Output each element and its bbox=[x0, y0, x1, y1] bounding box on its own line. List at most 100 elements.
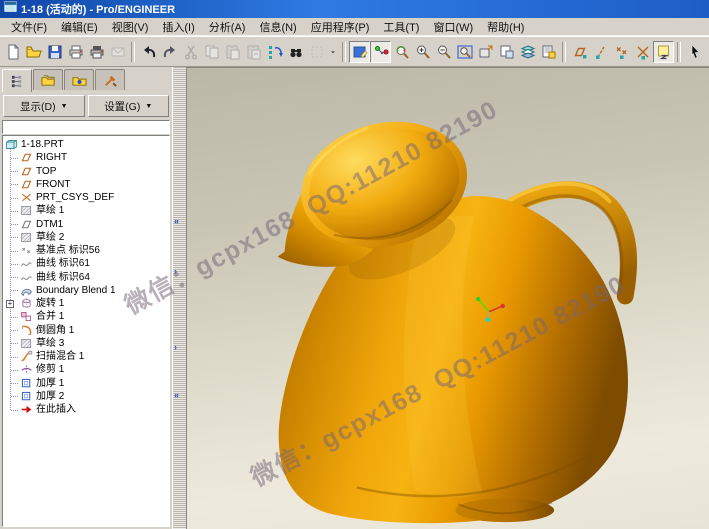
tree-item[interactable]: Boundary Blend 1 bbox=[3, 284, 169, 297]
window-title: 1-18 (活动的) - Pro/ENGINEER bbox=[21, 1, 175, 17]
open-file-button[interactable] bbox=[23, 41, 44, 63]
tree-item[interactable]: 旋转 1 bbox=[3, 297, 169, 310]
tree-show-button[interactable]: 显示(D) ▼ bbox=[3, 95, 85, 117]
new-file-button[interactable] bbox=[2, 41, 23, 63]
boundary-blend-icon-wrap bbox=[20, 284, 33, 297]
expand-plus-icon[interactable] bbox=[6, 300, 14, 308]
tree-item[interactable]: 曲线 标识64 bbox=[3, 271, 169, 284]
sash-collapse-arrow[interactable]: › bbox=[174, 267, 177, 275]
tree-connector bbox=[11, 171, 18, 172]
saved-views-button[interactable] bbox=[496, 41, 517, 63]
caret-button[interactable] bbox=[327, 41, 339, 63]
open-file-icon bbox=[26, 44, 42, 60]
sketch-icon bbox=[20, 231, 33, 244]
menu-bar: 文件(F)编辑(E)视图(V)插入(I)分析(A)信息(N)应用程序(P)工具(… bbox=[0, 18, 709, 36]
tree-item[interactable]: 修剪 1 bbox=[3, 363, 169, 376]
view-manager-button[interactable] bbox=[538, 41, 559, 63]
tree-item[interactable]: 1-18.PRT bbox=[3, 138, 169, 151]
zoom-out-button[interactable] bbox=[433, 41, 454, 63]
nav-tab-folder-browser[interactable] bbox=[33, 69, 63, 90]
sketch-icon bbox=[20, 337, 33, 350]
menu-item[interactable]: 信息(N) bbox=[252, 18, 303, 36]
menu-item[interactable]: 编辑(E) bbox=[54, 18, 105, 36]
layers-button[interactable] bbox=[517, 41, 538, 63]
tree-item-label: Boundary Blend 1 bbox=[36, 284, 116, 297]
datum-csys-toggle-button[interactable] bbox=[632, 41, 653, 63]
tree-item[interactable]: PRT_CSYS_DEF bbox=[3, 191, 169, 204]
repaint-button[interactable] bbox=[349, 41, 370, 63]
annotation-toggle-button[interactable] bbox=[653, 41, 674, 63]
pitcher-foot[interactable] bbox=[455, 498, 554, 522]
menu-item[interactable]: 窗口(W) bbox=[426, 18, 480, 36]
nav-tab-model-tree[interactable] bbox=[2, 69, 32, 92]
sash-collapse-arrow[interactable]: « bbox=[174, 217, 179, 225]
thicken-icon-wrap bbox=[20, 390, 33, 403]
tree-item[interactable]: TOP bbox=[3, 165, 169, 178]
redo-button[interactable] bbox=[159, 41, 180, 63]
find-button[interactable] bbox=[285, 41, 306, 63]
menu-item[interactable]: 分析(A) bbox=[202, 18, 253, 36]
undo-button[interactable] bbox=[138, 41, 159, 63]
sash-collapse-arrow[interactable]: › bbox=[174, 343, 177, 351]
tree-item[interactable]: 草绘 1 bbox=[3, 204, 169, 217]
datum-plane-gray-icon-wrap bbox=[20, 218, 33, 231]
print-button[interactable] bbox=[65, 41, 86, 63]
regenerate-button[interactable] bbox=[264, 41, 285, 63]
nav-tab-connections[interactable] bbox=[95, 69, 125, 90]
tree-item[interactable]: 合并 1 bbox=[3, 310, 169, 323]
tree-connector bbox=[11, 211, 18, 212]
select-arrow-button[interactable] bbox=[684, 41, 705, 63]
tree-item-label: 曲线 标识61 bbox=[36, 257, 90, 270]
menu-item[interactable]: 帮助(H) bbox=[480, 18, 531, 36]
tree-connector bbox=[11, 330, 18, 331]
sash-collapse-arrow[interactable]: « bbox=[174, 391, 179, 399]
repaint-icon bbox=[352, 44, 368, 60]
datum-axis-toggle-button[interactable] bbox=[590, 41, 611, 63]
tree-item[interactable]: 曲线 标识61 bbox=[3, 257, 169, 270]
datum-plane-icon-wrap bbox=[20, 151, 33, 164]
model-tree-toolbar: 显示(D) ▼ 设置(G) ▼ bbox=[0, 93, 172, 119]
tree-item[interactable]: 草绘 3 bbox=[3, 337, 169, 350]
reorient-button[interactable] bbox=[475, 41, 496, 63]
save-button[interactable] bbox=[44, 41, 65, 63]
datum-csys-toggle-icon bbox=[635, 44, 651, 60]
tree-item[interactable]: RIGHT bbox=[3, 151, 169, 164]
tree-connector bbox=[11, 343, 18, 344]
tree-item[interactable]: 草绘 2 bbox=[3, 231, 169, 244]
tree-item[interactable]: FRONT bbox=[3, 178, 169, 191]
datum-plane-toggle-button[interactable] bbox=[569, 41, 590, 63]
spin-center-button[interactable] bbox=[370, 41, 391, 63]
tree-connector bbox=[11, 396, 18, 397]
tree-item[interactable]: 倒圆角 1 bbox=[3, 324, 169, 337]
tree-item[interactable]: 基准点 标识56 bbox=[3, 244, 169, 257]
orient-button[interactable] bbox=[391, 41, 412, 63]
nav-tab-favorites[interactable] bbox=[64, 69, 94, 90]
tree-item[interactable]: 加厚 2 bbox=[3, 390, 169, 403]
title-bar[interactable]: 1-18 (活动的) - Pro/ENGINEER bbox=[0, 0, 709, 18]
print-alt-button[interactable] bbox=[86, 41, 107, 63]
tree-item-label: PRT_CSYS_DEF bbox=[36, 191, 114, 204]
panel-sash[interactable]: « › › « bbox=[172, 67, 187, 529]
model-pitcher[interactable] bbox=[187, 68, 709, 529]
menu-item[interactable]: 应用程序(P) bbox=[304, 18, 377, 36]
zoom-in-button[interactable] bbox=[412, 41, 433, 63]
tree-item-label: 草绘 3 bbox=[36, 337, 64, 350]
menu-item[interactable]: 文件(F) bbox=[4, 18, 54, 36]
graphics-viewport[interactable] bbox=[187, 67, 709, 529]
tree-item[interactable]: DTM1 bbox=[3, 218, 169, 231]
folder-browser-icon bbox=[41, 73, 56, 88]
datum-axis-toggle-icon bbox=[593, 44, 609, 60]
menu-item[interactable]: 视图(V) bbox=[105, 18, 156, 36]
datum-point-toggle-button[interactable] bbox=[611, 41, 632, 63]
menu-item[interactable]: 工具(T) bbox=[376, 18, 426, 36]
tree-item[interactable]: 加厚 1 bbox=[3, 377, 169, 390]
refit-button[interactable] bbox=[454, 41, 475, 63]
curve-icon bbox=[20, 271, 33, 284]
datum-point-icon bbox=[20, 244, 33, 257]
connections-icon bbox=[103, 73, 118, 88]
tree-settings-button[interactable]: 设置(G) ▼ bbox=[88, 95, 170, 117]
tree-item[interactable]: 在此插入 bbox=[3, 403, 169, 416]
menu-item[interactable]: 插入(I) bbox=[155, 18, 201, 36]
tree-item[interactable]: 扫描混合 1 bbox=[3, 350, 169, 363]
toolbar-separator bbox=[562, 42, 566, 62]
